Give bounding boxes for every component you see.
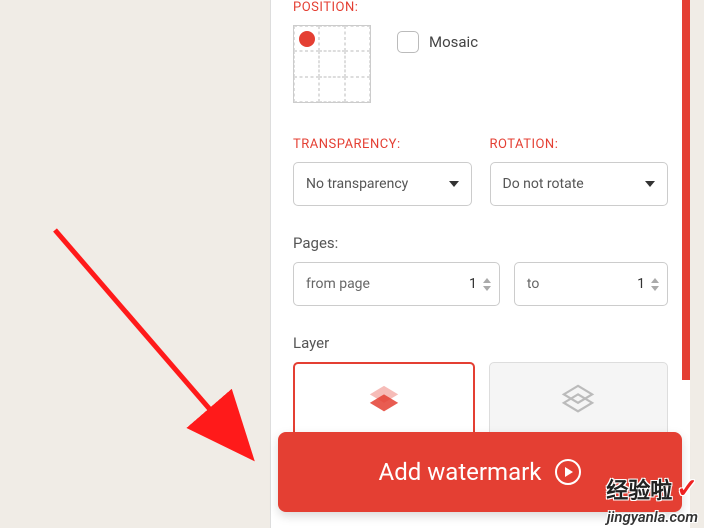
site-watermark: 经验啦 ✓ jingyanla.com (606, 473, 698, 526)
stepper-up-icon[interactable] (651, 278, 659, 283)
rotation-select[interactable]: Do not rotate (490, 162, 669, 206)
check-icon: ✓ (676, 474, 698, 504)
to-page-value: 1 (637, 276, 651, 292)
position-cell-bot-center[interactable] (319, 77, 344, 102)
position-grid[interactable] (293, 25, 371, 103)
brand-en: jingyanla.com (607, 508, 698, 526)
position-cell-mid-center[interactable] (319, 51, 344, 76)
mosaic-checkbox[interactable] (397, 31, 419, 53)
transparency-select[interactable]: No transparency (293, 162, 472, 206)
position-row: Mosaic (293, 25, 668, 103)
from-page-label: from page (306, 276, 469, 292)
annotation-arrow (45, 220, 285, 480)
transparency-label: TRANSPARENCY: (293, 137, 472, 152)
from-page-input[interactable]: from page 1 (293, 262, 500, 306)
rotation-col: ROTATION: Do not rotate (490, 137, 669, 206)
to-page-label: to (527, 276, 637, 292)
stepper-up-icon[interactable] (483, 278, 491, 283)
position-cell-bot-left[interactable] (294, 77, 319, 102)
to-page-stepper[interactable] (651, 278, 659, 291)
position-cell-top-left[interactable] (294, 26, 319, 51)
chevron-down-icon (645, 181, 655, 187)
layer-under-icon (561, 383, 595, 417)
stepper-down-icon[interactable] (651, 286, 659, 291)
transparency-value: No transparency (306, 176, 408, 192)
scrollbar[interactable] (682, 0, 690, 380)
position-cell-mid-right[interactable] (345, 51, 370, 76)
pages-row: from page 1 to 1 (293, 262, 668, 306)
layer-under-option[interactable] (489, 362, 669, 438)
mosaic-option: Mosaic (397, 31, 478, 53)
mosaic-label: Mosaic (429, 33, 478, 51)
position-label: POSITION: (293, 0, 668, 15)
from-page-value: 1 (469, 276, 483, 292)
layer-over-icon (367, 383, 401, 417)
position-cell-top-right[interactable] (345, 26, 370, 51)
to-page-input[interactable]: to 1 (514, 262, 668, 306)
layer-over-option[interactable] (293, 362, 475, 438)
brand-cn: 经验啦 (606, 473, 672, 505)
from-page-stepper[interactable] (483, 278, 491, 291)
position-cell-mid-left[interactable] (294, 51, 319, 76)
transparency-rotation-row: TRANSPARENCY: No transparency ROTATION: … (293, 137, 668, 206)
stepper-down-icon[interactable] (483, 286, 491, 291)
rotation-label: ROTATION: (490, 137, 669, 152)
transparency-col: TRANSPARENCY: No transparency (293, 137, 472, 206)
layer-row (293, 362, 668, 438)
rotation-value: Do not rotate (503, 176, 584, 192)
add-watermark-label: Add watermark (379, 458, 542, 486)
position-cell-top-center[interactable] (319, 26, 344, 51)
arrow-right-circle-icon (555, 459, 581, 485)
chevron-down-icon (449, 181, 459, 187)
layer-label: Layer (293, 334, 668, 352)
position-cell-bot-right[interactable] (345, 77, 370, 102)
pages-label: Pages: (293, 234, 668, 252)
